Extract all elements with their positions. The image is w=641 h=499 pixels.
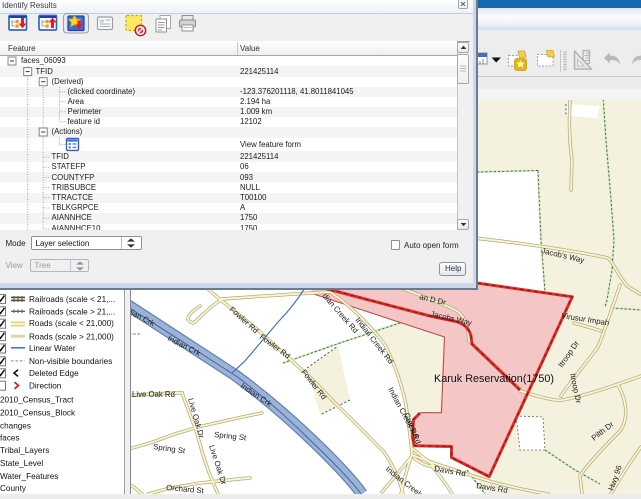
svg-text:faces: faces <box>0 433 20 442</box>
svg-text:changes: changes <box>0 421 31 430</box>
svg-text:Railroads (scale > 21,...: Railroads (scale > 21,... <box>29 307 115 316</box>
svg-text:State_Level: State_Level <box>0 459 43 468</box>
svg-text:Roads (scale > 21,000): Roads (scale > 21,000) <box>29 332 114 341</box>
svg-text:Water_Features: Water_Features <box>0 472 58 481</box>
svg-text:Roads (scale < 21,000): Roads (scale < 21,000) <box>29 319 114 328</box>
svg-text:Direction: Direction <box>29 382 62 391</box>
svg-text:Deleted Edge: Deleted Edge <box>29 369 79 378</box>
svg-text:2010_Census_Tract: 2010_Census_Tract <box>0 396 74 405</box>
svg-text:2010_Census_Block: 2010_Census_Block <box>0 409 76 418</box>
svg-text:Live Oak Rd: Live Oak Rd <box>132 390 175 399</box>
svg-text:Tribal_Layers: Tribal_Layers <box>0 446 49 455</box>
svg-text:Railroads (scale < 21,...: Railroads (scale < 21,... <box>29 295 115 304</box>
svg-text:County: County <box>0 484 27 493</box>
svg-text:Karuk Reservation(1750): Karuk Reservation(1750) <box>434 373 554 385</box>
svg-text:Linear Water: Linear Water <box>29 344 76 353</box>
svg-text:Non-visible boundaries: Non-visible boundaries <box>29 357 112 366</box>
